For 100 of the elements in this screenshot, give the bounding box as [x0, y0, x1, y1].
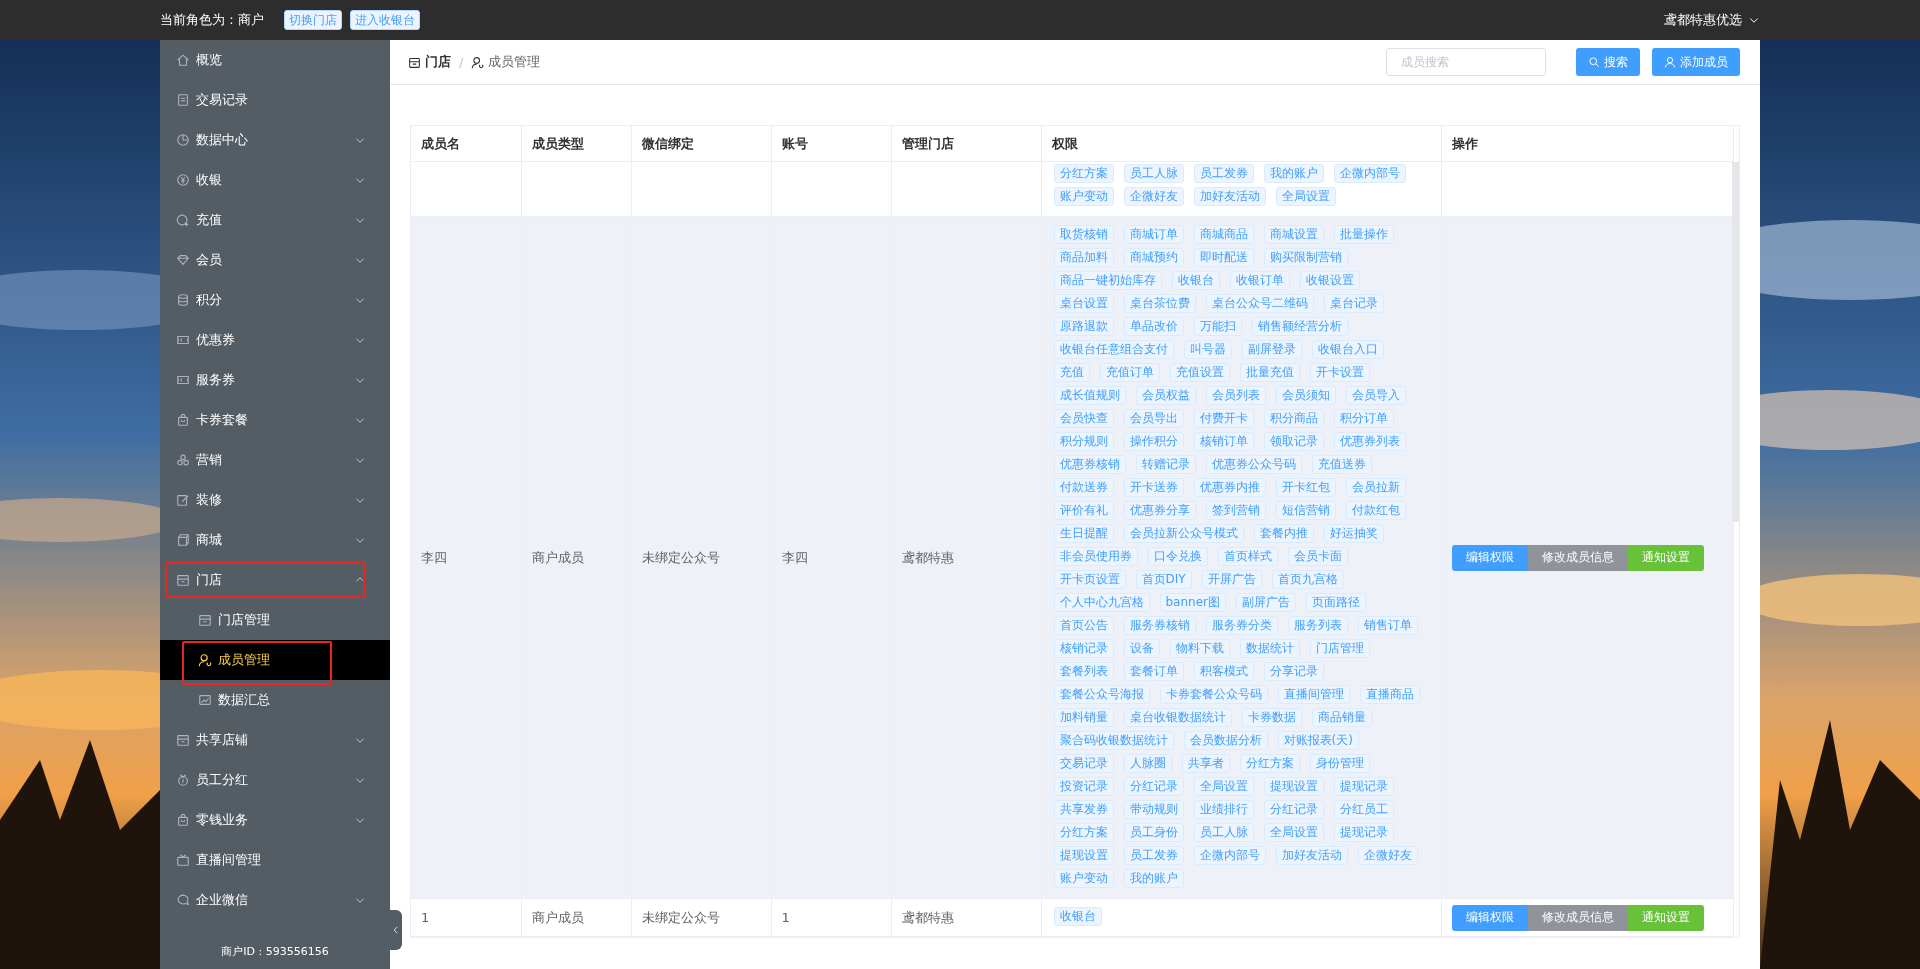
permission-tag: 服务列表 — [1287, 616, 1348, 635]
column-header: 微信绑定 — [641, 135, 694, 151]
sidebar-item[interactable]: 充值 — [160, 200, 390, 240]
permission-tag: 开卡设置 — [1309, 363, 1370, 382]
permission-tag: 共享发券 — [1053, 800, 1114, 819]
bag-icon — [176, 813, 190, 827]
sidebar-item[interactable]: 数据中心 — [160, 120, 390, 160]
permission-tag: 商品加料 — [1053, 248, 1114, 267]
search-field[interactable]: 成员搜索 — [1386, 48, 1546, 76]
permission-tag: 付费开卡 — [1193, 409, 1254, 428]
permission-tag: 充值订单 — [1099, 363, 1160, 382]
tv-icon — [176, 853, 190, 867]
permission-tag: 物料下载 — [1169, 639, 1230, 658]
store-icon — [408, 55, 421, 69]
permission-tag: 商品一键初始库存 — [1053, 271, 1162, 290]
permission-tag: 账户变动 — [1053, 187, 1114, 206]
permission-tag: 开卡红包 — [1275, 478, 1336, 497]
sidebar-item[interactable]: 企业微信 — [160, 880, 390, 920]
permission-tag: banner图 — [1159, 593, 1226, 612]
permission-tag: 优惠券核销 — [1053, 455, 1126, 474]
sidebar-item[interactable]: 员工分红 — [160, 760, 390, 800]
sidebar-item[interactable]: 优惠券 — [160, 320, 390, 360]
permission-tag: 生日提醒 — [1053, 524, 1114, 543]
permission-tag: 员工人脉 — [1193, 823, 1254, 842]
permission-tag: 首页公告 — [1053, 616, 1114, 635]
scrollbar[interactable] — [1732, 162, 1739, 522]
permission-tag: 员工发券 — [1193, 164, 1254, 183]
account-menu[interactable]: 鸢都特惠优选 — [1664, 11, 1760, 29]
permission-tag: 会员导入 — [1345, 386, 1406, 405]
sidebar-item[interactable]: 装修 — [160, 480, 390, 520]
permission-tag: 企微内部号 — [1193, 846, 1266, 865]
permission-tag: 单品改价 — [1123, 317, 1184, 336]
permission-tag: 即时配送 — [1193, 248, 1254, 267]
sidebar-item[interactable]: 共享店铺 — [160, 720, 390, 760]
permission-tag: 带动规则 — [1123, 800, 1184, 819]
permission-tag: 卡券套餐公众号码 — [1159, 685, 1268, 704]
permission-tag: 首页九宫格 — [1271, 570, 1344, 589]
diamond-icon — [176, 253, 190, 267]
sidebar-item[interactable]: 积分 — [160, 280, 390, 320]
permission-tag: 商城订单 — [1123, 225, 1184, 244]
permission-tag: 批量操作 — [1333, 225, 1394, 244]
permission-tag: 开卡送券 — [1123, 478, 1184, 497]
permission-tag: 收银台 — [1053, 907, 1102, 926]
sidebar-item[interactable]: 会员 — [160, 240, 390, 280]
sidebar-item[interactable]: 直播间管理 — [160, 840, 390, 880]
home-icon — [176, 53, 190, 67]
permission-tag: 充值设置 — [1169, 363, 1230, 382]
permission-tag: 首页样式 — [1217, 547, 1278, 566]
permission-tag: 页面路径 — [1306, 593, 1366, 612]
sidebar-item[interactable]: 收银 — [160, 160, 390, 200]
permission-tag: 门店管理 — [1309, 639, 1370, 658]
permission-tag: 优惠券分享 — [1123, 501, 1196, 520]
sidebar-item[interactable]: 零钱业务 — [160, 800, 390, 840]
permission-tag: 桌台公众号二维码 — [1205, 294, 1314, 313]
table-cell: 商户成员 — [531, 549, 584, 565]
permission-tag: 商品销量 — [1311, 708, 1372, 727]
sidebar-item[interactable]: 营销 — [160, 440, 390, 480]
ticket-icon — [176, 333, 190, 347]
permission-tag: 商城商品 — [1193, 225, 1254, 244]
permission-tag: 对账报表(天) — [1277, 731, 1359, 750]
permission-tag: 桌台收银数据统计 — [1123, 708, 1232, 727]
permission-tag: 核销订单 — [1193, 432, 1254, 451]
permission-tag: 充值 — [1053, 363, 1090, 382]
permission-tag: 开屏广告 — [1201, 570, 1262, 589]
permission-tag: 加好友活动 — [1275, 846, 1348, 865]
permission-tag: 优惠券列表 — [1333, 432, 1406, 451]
permission-tag: 原路退款 — [1053, 317, 1114, 336]
breadcrumb-item[interactable]: 门店 — [425, 53, 451, 71]
permission-tag: 签到营销 — [1205, 501, 1266, 520]
permission-tag: 首页DIY — [1135, 570, 1192, 589]
permission-tag: 提现设置 — [1263, 777, 1324, 796]
permission-tag: 收银台 — [1171, 271, 1220, 290]
sidebar-item[interactable]: 概览 — [160, 40, 390, 80]
breadcrumb-separator: / — [459, 54, 464, 70]
sidebar-item[interactable]: 卡券套餐 — [160, 400, 390, 440]
sidebar-item[interactable]: 商城 — [160, 520, 390, 560]
user-icon — [1664, 56, 1676, 68]
permission-tag: 全局设置 — [1263, 823, 1324, 842]
permission-tag: 我的账户 — [1263, 164, 1324, 183]
permission-tag: 提现记录 — [1333, 777, 1394, 796]
sidebar-item[interactable]: 门店管理 — [160, 600, 390, 640]
sidebar-item[interactable]: 服务券 — [160, 360, 390, 400]
permission-tag: 套餐订单 — [1123, 662, 1184, 681]
permission-tag: 卡券数据 — [1241, 708, 1302, 727]
sidebar-item[interactable]: 数据汇总 — [160, 680, 390, 720]
sidebar-item[interactable]: 交易记录 — [160, 80, 390, 120]
permission-tag: 桌台茶位费 — [1123, 294, 1196, 313]
table-cell: 未绑定公众号 — [641, 909, 720, 925]
chevron-icon — [391, 925, 401, 935]
collapse-button[interactable] — [390, 910, 402, 950]
sidebar-item[interactable]: 门店 — [160, 560, 390, 600]
permission-tag: 非会员使用券 — [1053, 547, 1138, 566]
column-header: 账号 — [781, 135, 808, 151]
table-cell: 鸢都特惠 — [901, 549, 954, 565]
permission-tag: 员工人脉 — [1123, 164, 1184, 183]
permission-tag: 提现设置 — [1053, 846, 1114, 865]
circles-icon — [176, 453, 190, 467]
permission-tag: 分红方案 — [1239, 754, 1300, 773]
document-icon — [176, 93, 190, 107]
column-header: 成员类型 — [531, 135, 584, 151]
